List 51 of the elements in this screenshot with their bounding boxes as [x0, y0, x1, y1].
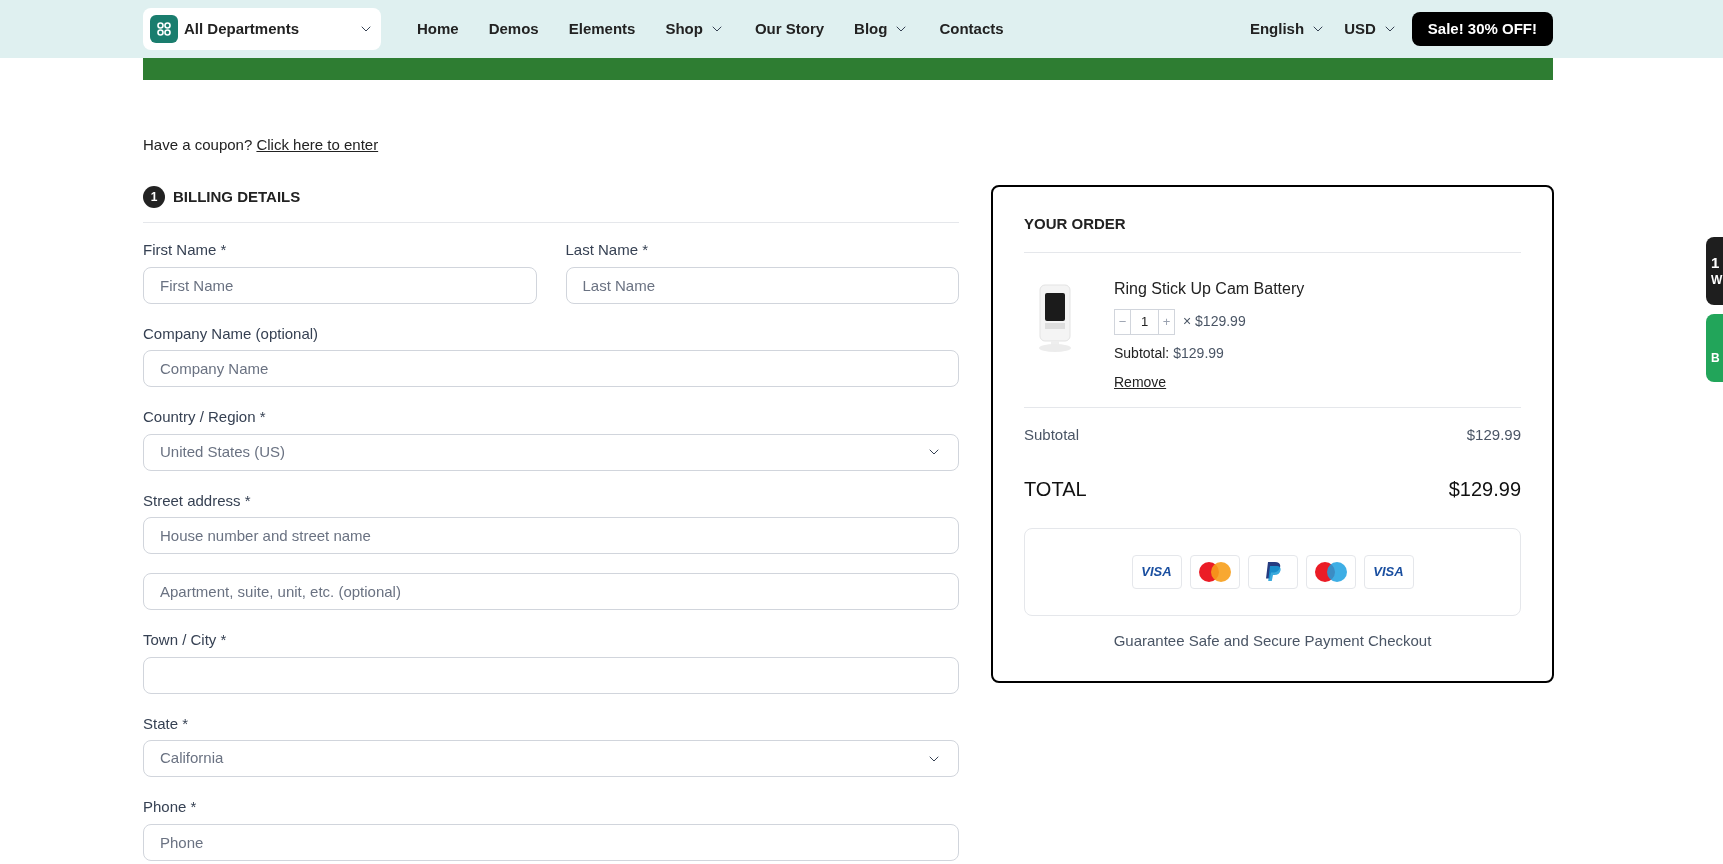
- input-field[interactable]: First Name: [143, 266, 537, 304]
- field-label: Last Name *: [565, 240, 650, 260]
- input-field[interactable]: House number and street name: [143, 517, 959, 554]
- grid-icon: [150, 15, 178, 43]
- subtotal-label: Subtotal:: [1114, 343, 1170, 363]
- input-field[interactable]: [143, 656, 959, 694]
- side-tab[interactable]: 1 W: [1706, 237, 1723, 305]
- subtotal-value: $129.99: [1173, 343, 1224, 363]
- nav-link[interactable]: Blog: [854, 17, 910, 41]
- field-label: Company Name (optional): [143, 323, 320, 344]
- field-label: Town / City *: [143, 630, 228, 650]
- currency-selector[interactable]: USD: [1344, 17, 1398, 41]
- step-number: 1: [143, 185, 165, 208]
- select-field[interactable]: California: [143, 740, 959, 777]
- order-title: YOUR ORDER: [1024, 213, 1521, 253]
- nav-link[interactable]: Home: [417, 17, 459, 41]
- product-name: Ring Stick Up Cam Battery: [1114, 278, 1305, 299]
- select-field[interactable]: United States (US): [143, 433, 959, 471]
- input-field[interactable]: Apartment, suite, unit, etc. (optional): [143, 573, 959, 610]
- field-label: First Name *: [143, 240, 228, 260]
- nav-link[interactable]: Contacts: [939, 17, 1004, 41]
- field-label: Country / Region *: [143, 407, 267, 427]
- coupon-text: Have a coupon? Click here to enter: [143, 135, 380, 155]
- mastercard-icon: [1196, 561, 1233, 583]
- field-label: Street address *: [143, 490, 252, 511]
- total-value: $129.99: [1448, 477, 1521, 502]
- language-selector[interactable]: English: [1249, 17, 1327, 41]
- departments-dropdown[interactable]: All Departments: [143, 8, 381, 50]
- nav-link[interactable]: Demos: [488, 17, 539, 41]
- item-price: × $129.99: [1183, 312, 1246, 331]
- coupon-link[interactable]: Click here to enter: [256, 136, 379, 153]
- subtotal-value: $129.99: [1466, 424, 1521, 445]
- remove-link[interactable]: Remove: [1114, 371, 1167, 393]
- guarantee-text: Guarantee Safe and Secure Payment Checkout: [1112, 631, 1433, 651]
- paypal-icon: [1263, 561, 1282, 583]
- section-title: BILLING DETAILS: [173, 186, 301, 207]
- sale-button[interactable]: Sale! 30% OFF!: [1411, 12, 1553, 46]
- input-field[interactable]: Phone: [143, 823, 959, 861]
- nav-link[interactable]: Elements: [568, 17, 636, 41]
- nav-link[interactable]: Our Story: [754, 17, 825, 41]
- input-field[interactable]: Last Name: [565, 266, 959, 304]
- subtotal-label: Subtotal: [1024, 424, 1080, 445]
- nav-link[interactable]: Shop: [665, 17, 725, 41]
- input-field[interactable]: Company Name: [143, 350, 959, 387]
- field-label: State *: [143, 713, 190, 734]
- field-label: Phone *: [143, 797, 198, 817]
- maestro-icon: [1312, 561, 1349, 583]
- visa-label: VISA: [1373, 563, 1404, 582]
- visa-label: VISA: [1141, 563, 1172, 582]
- quantity-value: 1: [1139, 312, 1150, 331]
- total-label: TOTAL: [1024, 477, 1087, 502]
